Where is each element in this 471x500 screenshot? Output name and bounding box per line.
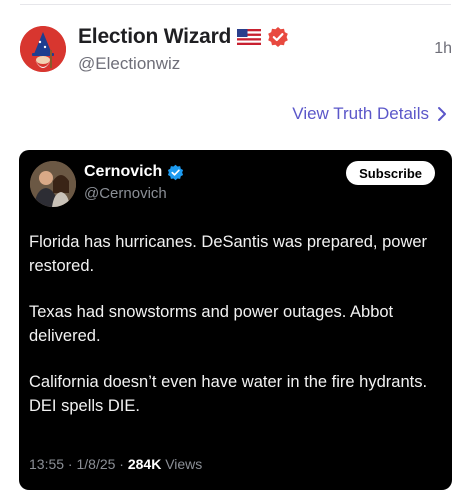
embed-author-avatar [30,161,76,207]
author-name-row: Election Wizard [78,24,289,50]
embedded-post-image[interactable]: Cernovich @Cernovich Subscribe Florida h… [19,150,452,490]
author-name[interactable]: Election Wizard [78,25,231,49]
view-details-label: View Truth Details [292,104,429,123]
author-avatar[interactable] [20,26,66,72]
embed-author-name: Cernovich [84,163,163,180]
post-header: Election Wizard @Electionwiz 1h [20,22,454,78]
author-handle[interactable]: @Electionwiz [78,54,289,74]
embed-paragraph: Florida has hurricanes. DeSantis was pre… [29,233,428,275]
embed-timestamp: 13:55 · 1/8/25 · [29,456,128,472]
embed-views-count: 284K [127,456,162,472]
embed-avatar-photo [30,161,76,207]
embed-views-label: Views [161,456,203,472]
embed-author-handle: @Cernovich [84,185,167,202]
chevron-right-icon [438,107,446,121]
wizard-avatar-icon [20,26,66,72]
embed-paragraph: California doesn’t even have water in th… [29,373,428,415]
embed-meta: 13:55 · 1/8/25 · 284K Views [29,456,202,472]
verified-badge-icon [268,27,288,47]
embed-paragraph: Texas had snowstorms and power outages. … [29,303,394,345]
view-truth-details-link[interactable]: View Truth Details [292,104,447,124]
us-flag-icon [237,29,262,45]
embed-post-text: Florida has hurricanes. DeSantis was pre… [29,230,439,440]
subscribe-button: Subscribe [346,161,435,185]
top-divider [20,4,451,5]
post-time: 1h [434,40,452,57]
embed-name-row: Cernovich [84,163,184,181]
author-info: Election Wizard @Electionwiz [78,24,289,74]
x-verified-check-icon [168,164,184,180]
